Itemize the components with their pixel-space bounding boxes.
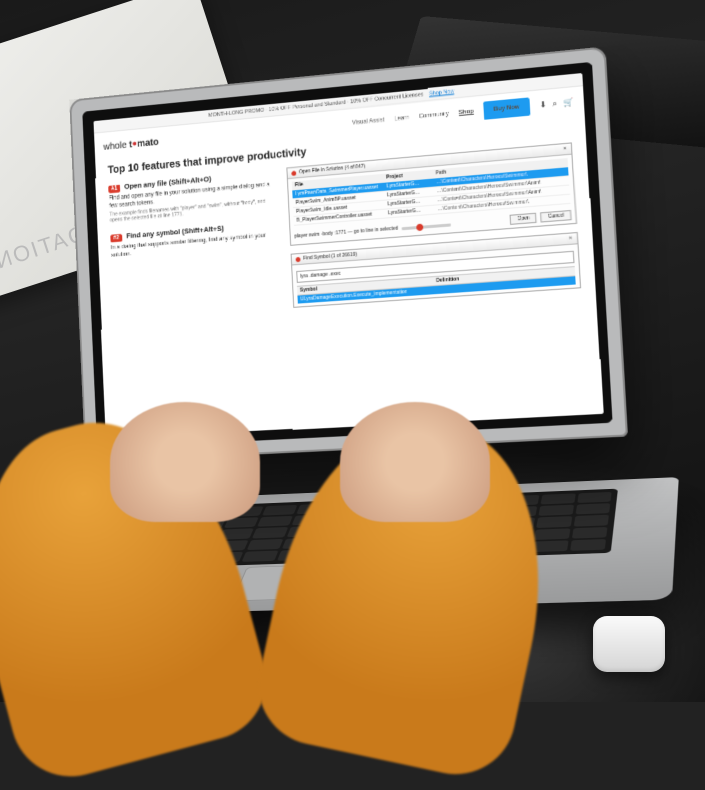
- results-slider[interactable]: [402, 223, 452, 230]
- feature-1-badge: #1: [108, 185, 120, 194]
- va-icon: [295, 256, 300, 261]
- cart-icon[interactable]: 🛒: [563, 97, 574, 108]
- close-icon[interactable]: ✕: [563, 146, 568, 152]
- search-icon[interactable]: ⌕: [552, 99, 557, 110]
- laptop-lid: MONTH-LONG PROMO · 10% OFF Personal and …: [69, 46, 628, 463]
- left-hand: [110, 402, 260, 522]
- screen-bezel: MONTH-LONG PROMO · 10% OFF Personal and …: [82, 62, 612, 449]
- feature-2: #2 Find any symbol (Shift+Alt+S) In a di…: [110, 220, 280, 261]
- open-button[interactable]: Open: [510, 213, 537, 225]
- brand-word-2b: mato: [137, 137, 159, 150]
- right-hand: [340, 402, 490, 522]
- earbuds-case: [593, 616, 665, 672]
- col-symbol[interactable]: Symbol: [297, 277, 433, 295]
- result-symbol: ULyraDamageExecution.Execute_Implementat…: [300, 289, 407, 302]
- buy-now-button[interactable]: Buy Now: [483, 98, 530, 120]
- nav-visual-assist[interactable]: Visual Assist: [352, 117, 385, 126]
- feature-2-badge: #2: [110, 235, 122, 244]
- tomato-icon: ●: [132, 138, 137, 148]
- symbol-result-row[interactable]: ULyraDamageExecution.Execute_Implementat…: [297, 276, 575, 303]
- brand-logo[interactable]: whole t●mato: [103, 137, 159, 153]
- brand-word-1: whole: [103, 139, 129, 152]
- download-icon[interactable]: ⬇: [539, 100, 546, 111]
- nav-community[interactable]: Community: [419, 111, 449, 120]
- cancel-button[interactable]: Cancel: [541, 210, 572, 223]
- col-definition[interactable]: Definition: [433, 267, 575, 285]
- va-icon: [291, 170, 296, 175]
- find-symbol-dialog: Find Symbol (1 of 26619) ✕ lyra .damage …: [291, 232, 581, 308]
- close-icon[interactable]: ✕: [568, 235, 573, 241]
- nav-shop[interactable]: Shop: [459, 109, 474, 116]
- filter-hint: player swim -body :1771 — go to line in …: [294, 226, 398, 240]
- nav-learn[interactable]: Learn: [394, 115, 409, 122]
- screenshots-column: Open File in Solution (4 of 842) ✕ File …: [286, 142, 581, 308]
- screen: MONTH-LONG PROMO · 10% OFF Personal and …: [93, 73, 603, 439]
- promo-shop-link[interactable]: Shop Now: [429, 89, 454, 97]
- features-column: #1 Open any file (Shift+Alt+O) Find and …: [108, 169, 283, 321]
